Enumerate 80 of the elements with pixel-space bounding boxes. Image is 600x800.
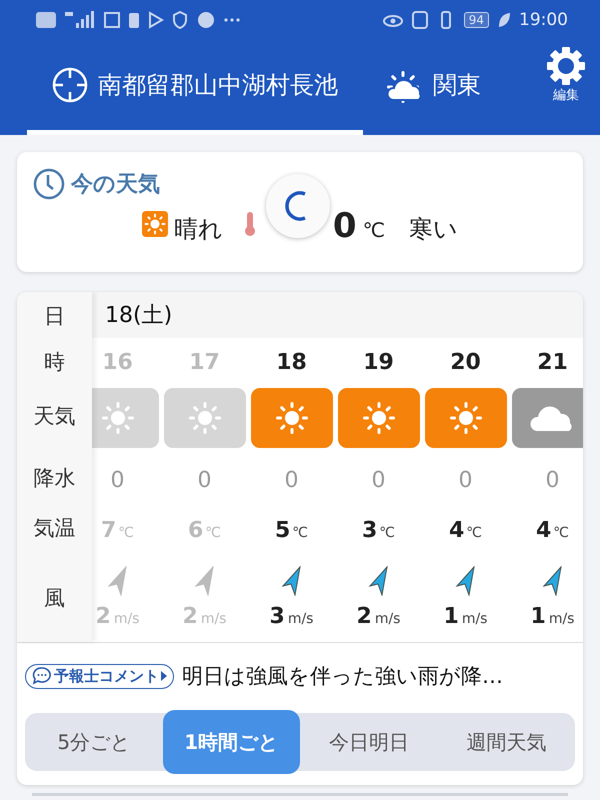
row-label: 風	[43, 585, 66, 612]
clock-icon	[33, 168, 65, 200]
wind-arrow-icon	[366, 566, 390, 596]
temperature-unit: ℃	[379, 525, 396, 541]
precipitation-value: 0	[458, 466, 472, 494]
temperature-unit: ℃	[292, 525, 308, 541]
shield-icon	[172, 11, 188, 29]
wind-unit: m/s	[548, 611, 574, 627]
card-title: 今の天気	[71, 171, 160, 199]
wind-speed: 3	[270, 604, 285, 629]
wind-speed: 2	[182, 604, 198, 629]
signal-icon	[64, 10, 96, 30]
wind-unit: m/s	[200, 611, 226, 627]
forecaster-comment-button[interactable]: 予報士コメント	[25, 664, 174, 688]
temperature-unit: ℃	[118, 525, 134, 541]
crosshair-icon	[52, 67, 88, 103]
clock-time: 19:00	[519, 10, 568, 30]
temperature-value: 6	[188, 518, 204, 543]
wind-unit: m/s	[114, 611, 140, 627]
speech-bubble-icon	[32, 667, 52, 685]
temperature-unit: ℃	[362, 218, 386, 242]
leaf-icon	[497, 12, 511, 28]
row-label: 気温	[32, 515, 76, 542]
wind-arrow-icon	[192, 566, 216, 596]
interval-tab[interactable]: 1時間ごと	[162, 710, 300, 774]
temperature-value: 3	[362, 518, 378, 543]
wind-arrow-icon	[280, 566, 304, 596]
temperature-unit: ℃	[466, 525, 482, 541]
precipitation-value: 0	[372, 466, 386, 494]
temperature-value: 0	[332, 206, 357, 246]
temperature-unit: ℃	[553, 525, 570, 541]
wind-arrow-icon	[106, 566, 130, 596]
comment-text: 明日は強風を伴った強い雨が降…	[182, 663, 503, 690]
wind-unit: m/s	[462, 611, 488, 627]
hour-label: 21	[537, 348, 568, 376]
row-label: 天気	[32, 403, 76, 430]
interval-tab[interactable]: 今日明日	[300, 713, 438, 771]
caret-icon	[161, 671, 167, 681]
location-tab[interactable]: 関東	[363, 40, 501, 135]
interval-tab[interactable]: 5分ごと	[25, 713, 162, 771]
settings-icon	[546, 46, 586, 86]
thermometer-icon	[242, 211, 257, 237]
precipitation-value: 0	[546, 466, 560, 494]
hour-label: 17	[189, 348, 220, 376]
interval-tab[interactable]: 週間天気	[438, 713, 575, 771]
wind-arrow-icon	[540, 566, 564, 596]
temperature-value: 7	[100, 518, 116, 543]
play-icon	[148, 11, 164, 29]
eye-icon	[382, 12, 404, 28]
temperature-unit: ℃	[205, 525, 222, 541]
hour-label: 18	[276, 348, 307, 376]
precipitation-value: 0	[198, 466, 212, 494]
row-label: 時	[43, 349, 66, 376]
row-label: 日	[43, 303, 66, 330]
condition-text: 晴れ	[174, 214, 223, 245]
row-label: 降水	[32, 465, 76, 492]
battery-level: 94	[464, 12, 489, 28]
wind-speed: 1	[444, 604, 459, 629]
edit-button[interactable]: 編集	[546, 40, 586, 135]
location-tab[interactable]: 南都留郡山中湖村長池	[27, 40, 363, 135]
wind-speed: 2	[96, 604, 111, 629]
battery-alert-icon	[128, 11, 140, 29]
precipitation-value: 0	[284, 466, 298, 494]
sun-icon	[142, 211, 168, 237]
wind-speed: 2	[356, 604, 372, 629]
wind-unit: m/s	[288, 611, 314, 627]
hour-label: 20	[450, 348, 481, 376]
temperature-value: 4	[536, 518, 552, 543]
more-icon	[224, 18, 240, 22]
temperature-value: 4	[448, 518, 464, 543]
hour-label: 19	[363, 348, 394, 376]
precipitation-value: 0	[110, 466, 124, 494]
hour-label: 16	[102, 348, 133, 376]
nfc-icon	[412, 11, 428, 29]
temperature-value: 5	[274, 518, 290, 543]
feeling-text: 寒い	[409, 214, 458, 245]
wind-speed: 1	[530, 604, 546, 629]
wind-unit: m/s	[374, 611, 400, 627]
date-label: 18(土)	[92, 292, 583, 338]
wind-arrow-icon	[454, 566, 478, 596]
